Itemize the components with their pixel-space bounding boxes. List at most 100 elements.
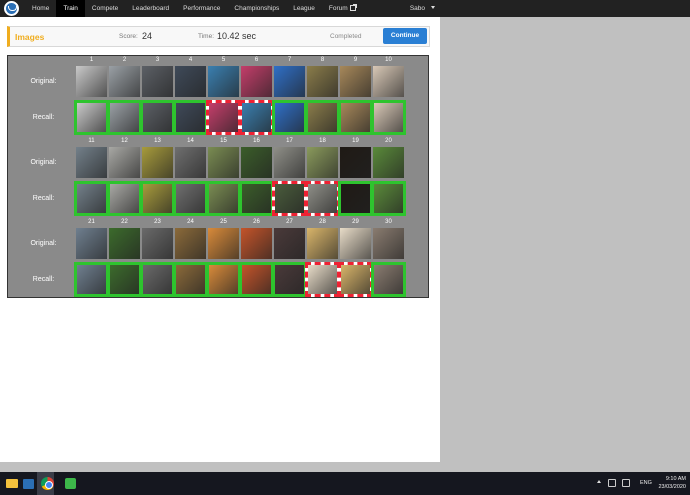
recall-image — [110, 265, 139, 294]
score-label: Score: — [119, 33, 138, 40]
external-link-icon — [349, 4, 357, 11]
recall-image — [77, 184, 106, 213]
image-number: 6 — [254, 57, 259, 63]
original-image — [373, 228, 404, 259]
site-logo-icon[interactable] — [4, 1, 19, 16]
image-number: 10 — [385, 57, 392, 63]
main-panel: Images Score: 24 Time: 10.42 sec Complet… — [0, 17, 440, 462]
tray-caret-icon[interactable] — [597, 480, 601, 483]
caret-down-icon — [431, 6, 435, 9]
image-number: 7 — [287, 57, 292, 63]
recall-image — [176, 265, 205, 294]
nav-forum[interactable]: Forum — [322, 0, 363, 17]
recall-image — [143, 184, 172, 213]
nav-train[interactable]: Train — [56, 0, 85, 17]
user-menu[interactable]: Sabo — [410, 0, 435, 17]
nav-performance[interactable]: Performance — [176, 0, 227, 17]
recall-image — [341, 184, 370, 213]
original-row-label: Original: — [30, 78, 57, 85]
recall-image — [374, 184, 403, 213]
original-row-label: Original: — [30, 159, 57, 166]
original-image — [175, 66, 206, 97]
image-number: 11 — [88, 138, 95, 144]
image-number: 30 — [385, 219, 392, 225]
original-image — [175, 147, 206, 178]
recall-image — [242, 184, 271, 213]
volume-icon[interactable] — [622, 479, 630, 487]
recall-image — [77, 103, 106, 132]
original-image — [76, 228, 107, 259]
recall-image — [374, 103, 403, 132]
recall-row-label: Recall: — [32, 114, 55, 121]
app-button[interactable] — [61, 472, 78, 495]
recall-image — [308, 184, 337, 213]
image-number: 14 — [187, 138, 194, 144]
network-icon[interactable] — [608, 479, 616, 487]
image-number: 13 — [154, 138, 161, 144]
image-number: 1 — [89, 57, 94, 63]
user-name: Sabo — [409, 5, 425, 12]
image-number: 20 — [385, 138, 392, 144]
image-number: 15 — [220, 138, 227, 144]
original-image — [340, 228, 371, 259]
clock[interactable]: 9:10 AM 23/03/2020 — [658, 475, 686, 491]
nav-leaderboard[interactable]: Leaderboard — [125, 0, 176, 17]
recall-image — [77, 265, 106, 294]
image-number: 12 — [121, 138, 128, 144]
original-image — [241, 66, 272, 97]
image-number: 18 — [319, 138, 326, 144]
recall-row-label: Recall: — [32, 276, 55, 283]
image-number: 4 — [188, 57, 193, 63]
continue-button[interactable]: Continue — [383, 28, 427, 44]
nav-championships[interactable]: Championships — [227, 0, 286, 17]
original-image — [241, 147, 272, 178]
original-image — [142, 147, 173, 178]
nav-league[interactable]: League — [286, 0, 322, 17]
language-indicator[interactable]: ENG — [640, 480, 652, 486]
clock-time: 9:10 AM — [665, 476, 686, 482]
recall-image — [242, 103, 271, 132]
file-explorer-button[interactable] — [2, 472, 19, 495]
chrome-button[interactable] — [37, 472, 54, 495]
original-image — [274, 228, 305, 259]
original-row-label: Original: — [30, 240, 57, 247]
recall-image — [242, 265, 271, 294]
time-value: 10.42 sec — [217, 31, 257, 41]
original-image — [241, 228, 272, 259]
image-number: 28 — [319, 219, 326, 225]
original-image — [274, 66, 305, 97]
nav-forum-label: Forum — [328, 5, 348, 12]
recall-image — [209, 103, 238, 132]
recall-image — [176, 103, 205, 132]
original-image — [274, 147, 305, 178]
original-image — [208, 147, 239, 178]
recall-image — [275, 265, 304, 294]
image-number: 8 — [320, 57, 325, 63]
image-number: 27 — [286, 219, 293, 225]
nav-compete[interactable]: Compete — [85, 0, 125, 17]
original-image — [109, 66, 140, 97]
nav-home[interactable]: Home — [25, 0, 56, 17]
image-number: 16 — [253, 138, 260, 144]
chrome-icon — [41, 477, 54, 490]
image-number: 19 — [352, 138, 359, 144]
original-image — [373, 66, 404, 97]
image-number: 9 — [353, 57, 358, 63]
original-image — [307, 147, 338, 178]
recall-image — [209, 184, 238, 213]
original-image — [307, 228, 338, 259]
original-image — [373, 147, 404, 178]
original-image — [76, 66, 107, 97]
image-number: 24 — [187, 219, 194, 225]
recall-image — [143, 103, 172, 132]
images-grid: Original: Recall: 1 2 3 4 5 6 7 8 9 10 Original: Reca… — [7, 55, 429, 298]
recall-image — [176, 184, 205, 213]
store-button[interactable] — [19, 472, 36, 495]
image-number: 29 — [352, 219, 359, 225]
recall-image — [341, 265, 370, 294]
original-image — [109, 228, 140, 259]
recall-row-label: Recall: — [32, 195, 55, 202]
recall-image — [341, 103, 370, 132]
clock-date: 23/03/2020 — [658, 484, 686, 490]
original-image — [340, 66, 371, 97]
